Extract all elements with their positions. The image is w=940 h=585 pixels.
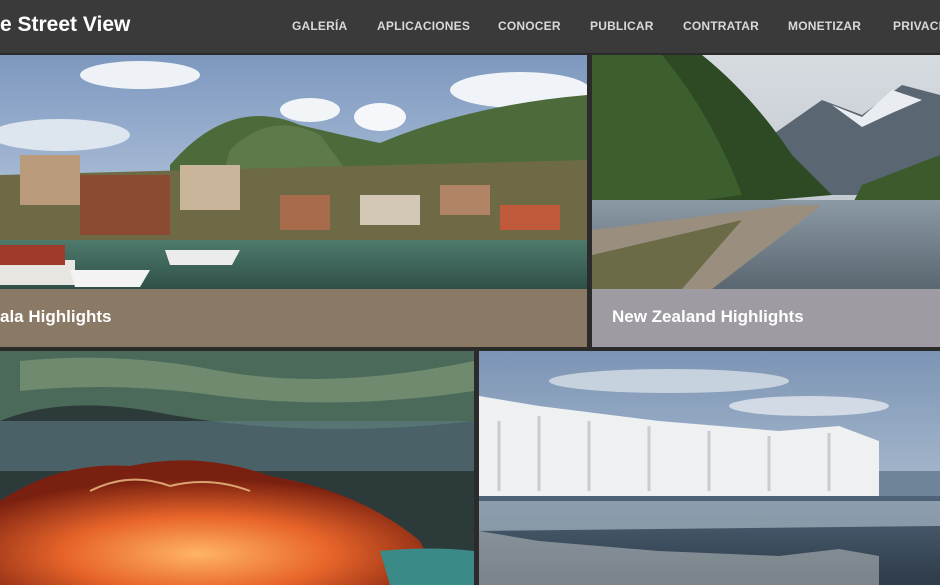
gallery-tile-lake-town[interactable]: ala Highlights — [0, 55, 587, 347]
nav-publicar[interactable]: PUBLICAR — [590, 19, 654, 33]
tile-caption: ala Highlights — [0, 307, 112, 326]
lava-crater-image — [0, 351, 474, 585]
nav-monetizar[interactable]: MONETIZAR — [788, 19, 861, 33]
iceberg-image — [479, 351, 940, 585]
nav-privacidad[interactable]: PRIVACI — [893, 19, 940, 33]
tile-caption-bar: New Zealand Highlights — [592, 289, 940, 347]
tile-caption-bar: ala Highlights — [0, 289, 587, 347]
nav-contratar[interactable]: CONTRATAR — [683, 19, 759, 33]
lake-town-image — [0, 55, 587, 289]
nav-aplicaciones[interactable]: APLICACIONES — [377, 19, 470, 33]
top-navigation-bar: e Street View GALERÍA APLICACIONES CONOC… — [0, 0, 940, 53]
main-nav: GALERÍA APLICACIONES CONOCER PUBLICAR CO… — [0, 19, 940, 35]
gallery-tile-new-zealand[interactable]: New Zealand Highlights — [592, 55, 940, 347]
nav-conocer[interactable]: CONOCER — [498, 19, 561, 33]
new-zealand-image — [592, 55, 940, 289]
nav-galeria[interactable]: GALERÍA — [292, 19, 347, 33]
gallery-tile-lava[interactable] — [0, 351, 474, 585]
gallery-tile-iceberg[interactable] — [479, 351, 940, 585]
tile-caption: New Zealand Highlights — [612, 307, 804, 326]
